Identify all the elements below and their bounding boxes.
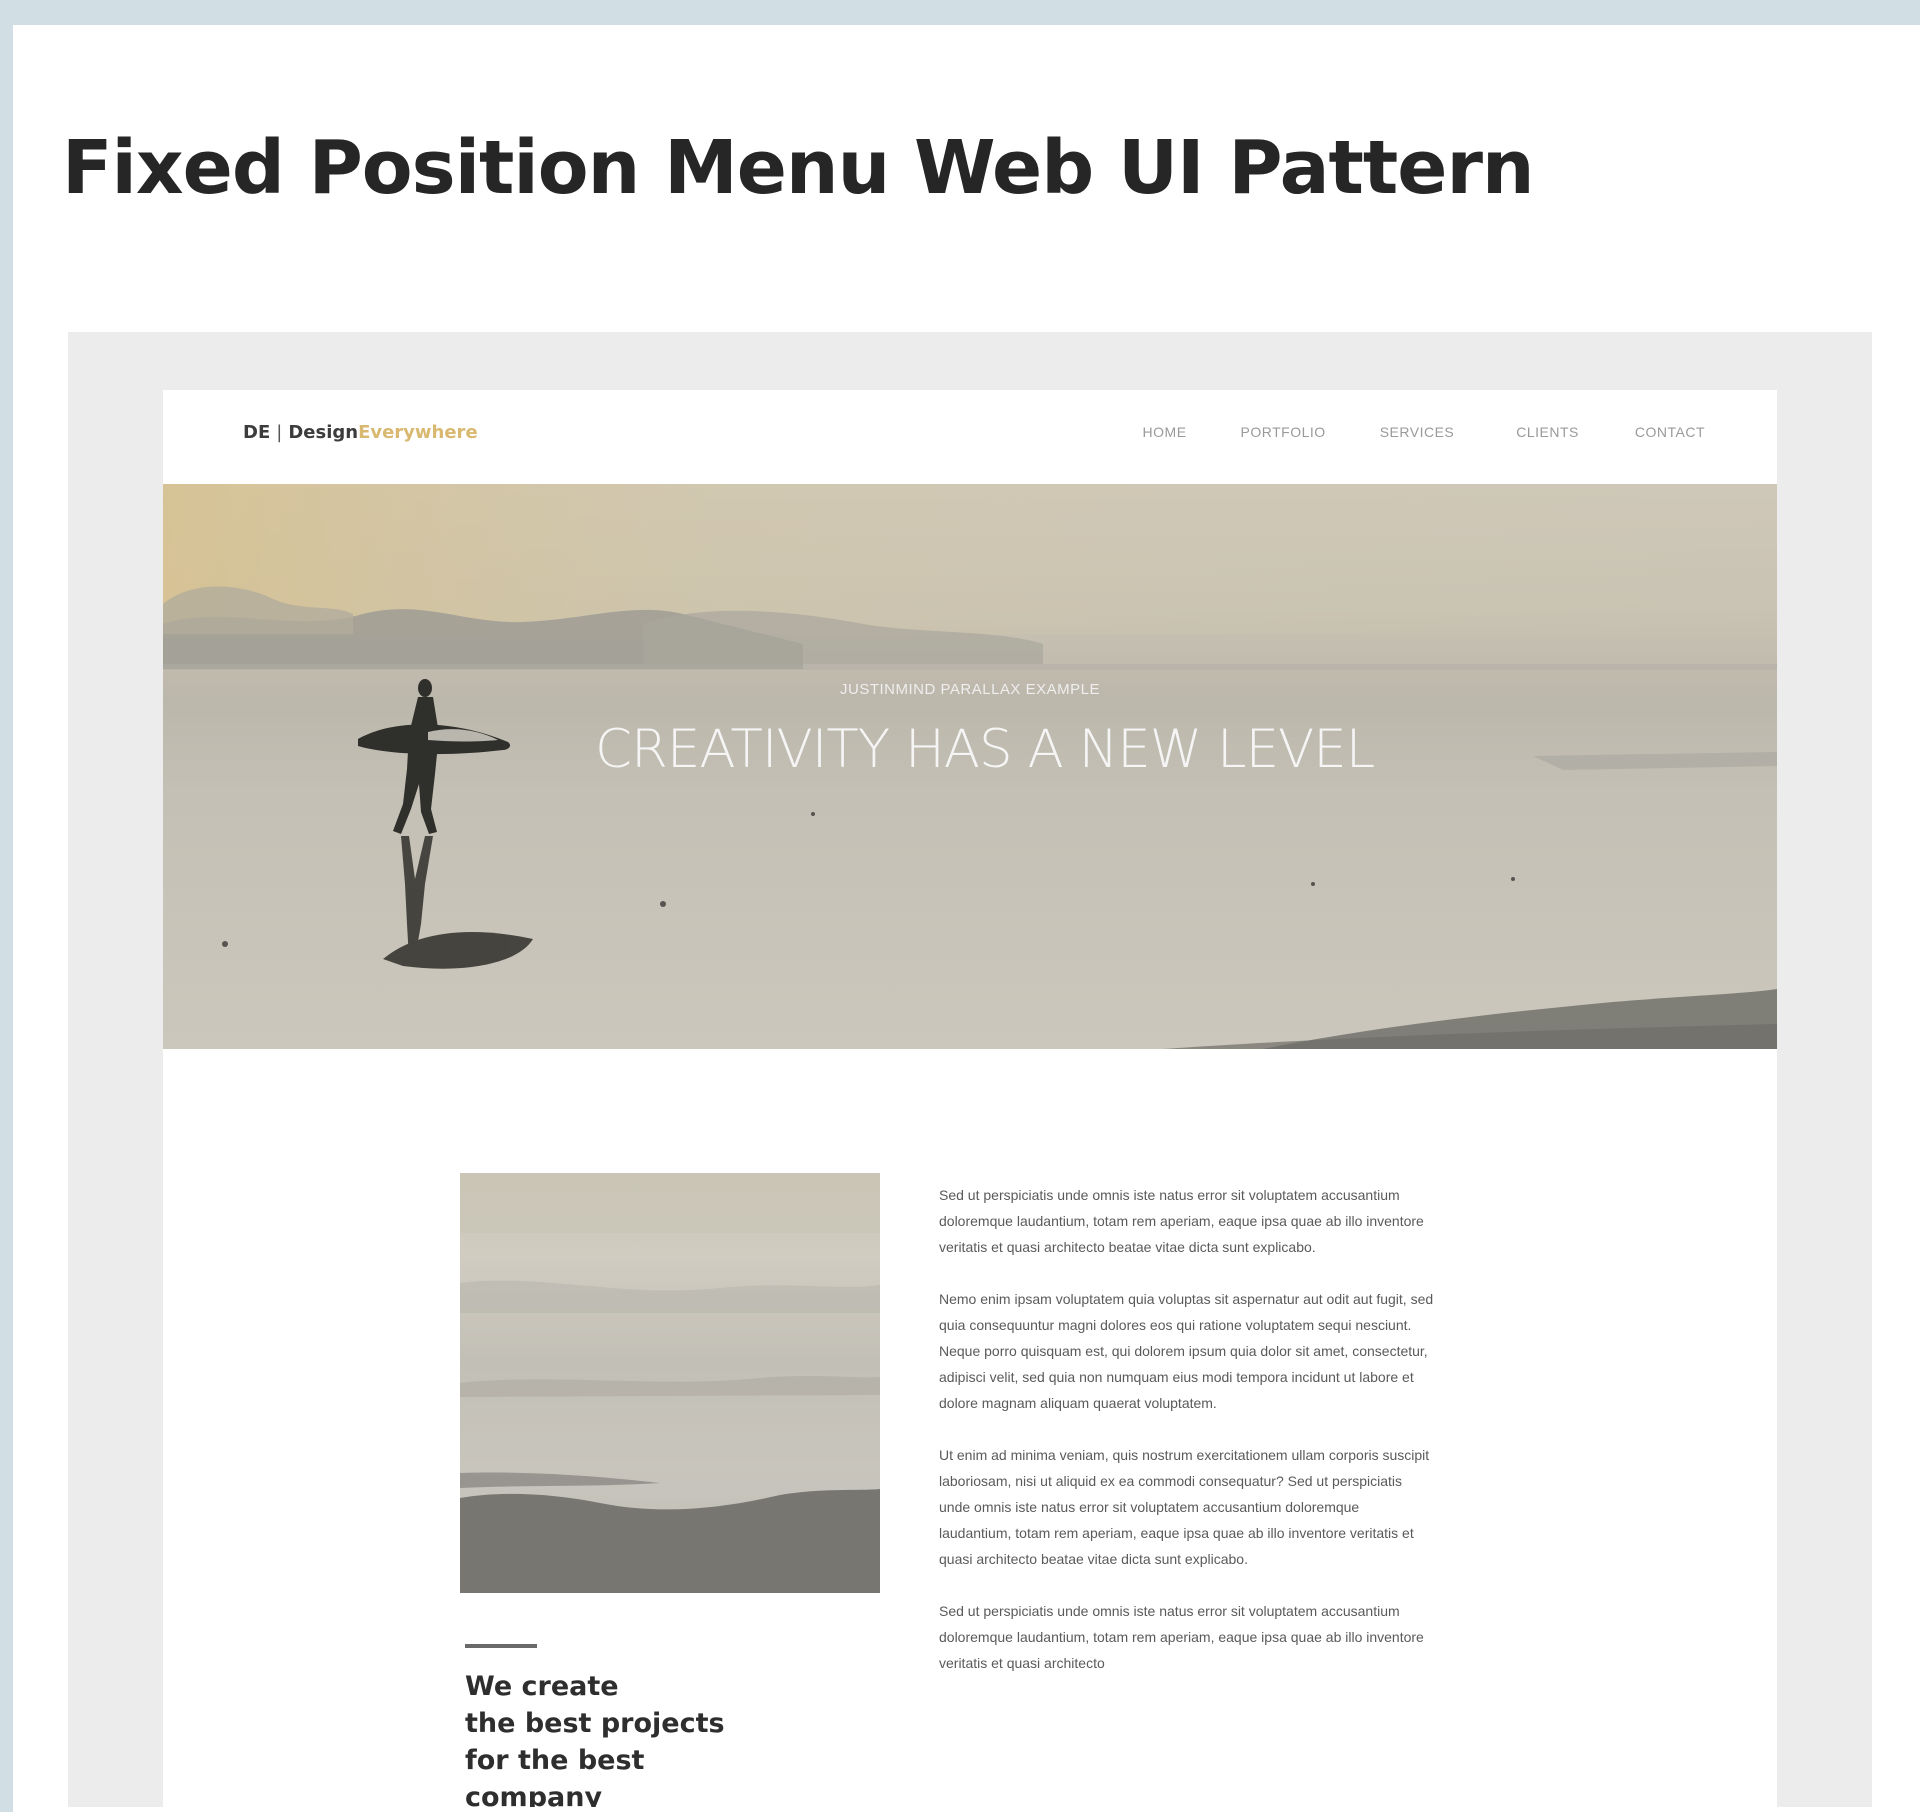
logo-brand-accent: Everywhere — [358, 422, 478, 443]
screenshot-frame: DE | DesignEverywhere HOME PORTFOLIO SERVI… — [68, 332, 1872, 1807]
logo-separator: | — [276, 422, 283, 443]
paragraph: Nemo enim ipsam voluptatem quia voluptas… — [939, 1291, 1434, 1411]
beach-photo — [460, 1173, 880, 1593]
paragraph: Ut enim ad minima veniam, quis nostrum e… — [939, 1447, 1430, 1567]
nav-item-portfolio[interactable]: PORTFOLIO — [1241, 424, 1326, 440]
hero-kicker: JUSTINMIND PARALLAX EXAMPLE — [840, 681, 1100, 698]
main-nav: HOME PORTFOLIO SERVICES CLIENTS CONTACT — [1143, 424, 1705, 440]
beach-photo-image — [460, 1173, 880, 1593]
tagline-divider — [465, 1644, 537, 1648]
hero-banner: JUSTINMIND PARALLAX EXAMPLE CREATIVITY H… — [163, 484, 1777, 1049]
nav-item-clients[interactable]: CLIENTS — [1516, 424, 1579, 440]
logo-mark: DE — [243, 422, 271, 443]
tagline-line-4: company — [465, 1782, 603, 1807]
page-title: Fixed Position Menu Web UI Pattern — [62, 125, 1535, 211]
website-preview: DE | DesignEverywhere HOME PORTFOLIO SERVI… — [163, 390, 1777, 1807]
hero-headline: CREATIVITY HAS A NEW LEVEL — [595, 719, 1375, 780]
tagline: We create the best projects for the best… — [465, 1668, 785, 1807]
nav-item-contact[interactable]: CONTACT — [1635, 424, 1705, 440]
tagline-line-2: the best projects — [465, 1708, 725, 1739]
body-copy: Sed ut perspiciatis unde omnis iste natu… — [939, 1182, 1435, 1702]
tagline-line-3: for the best — [465, 1745, 645, 1776]
nav-item-services[interactable]: SERVICES — [1380, 424, 1455, 440]
logo-brand-primary: Design — [288, 422, 359, 443]
nav-item-home[interactable]: HOME — [1143, 424, 1187, 440]
site-logo[interactable]: DE | DesignEverywhere — [243, 422, 478, 443]
paragraph: Sed ut perspiciatis unde omnis iste natu… — [939, 1603, 1424, 1671]
tagline-line-1: We create — [465, 1671, 619, 1702]
paragraph: Sed ut perspiciatis unde omnis iste natu… — [939, 1187, 1424, 1255]
fixed-navbar: DE | DesignEverywhere HOME PORTFOLIO SERVI… — [163, 390, 1777, 484]
